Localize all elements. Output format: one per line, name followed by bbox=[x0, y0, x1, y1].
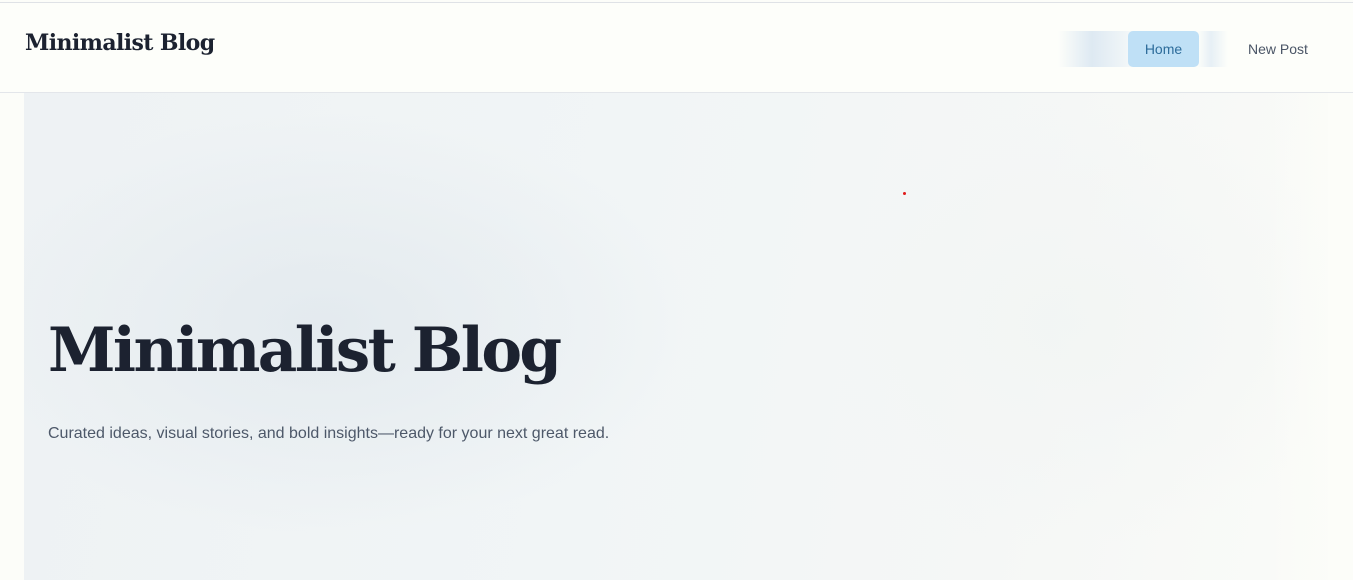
main-nav: Home New Post bbox=[1058, 31, 1328, 67]
nav-home-link[interactable]: Home bbox=[1128, 31, 1199, 67]
hero-section: Minimalist Blog Curated ideas, visual st… bbox=[24, 93, 1328, 580]
site-brand-link[interactable]: Minimalist Blog bbox=[25, 30, 215, 56]
nav-new-post-link[interactable]: New Post bbox=[1234, 31, 1322, 67]
cursor-dot-icon bbox=[903, 192, 906, 195]
site-header: Minimalist Blog Home New Post bbox=[0, 3, 1353, 93]
hero-title: Minimalist Blog bbox=[48, 315, 562, 386]
hero-subtitle: Curated ideas, visual stories, and bold … bbox=[48, 425, 610, 442]
